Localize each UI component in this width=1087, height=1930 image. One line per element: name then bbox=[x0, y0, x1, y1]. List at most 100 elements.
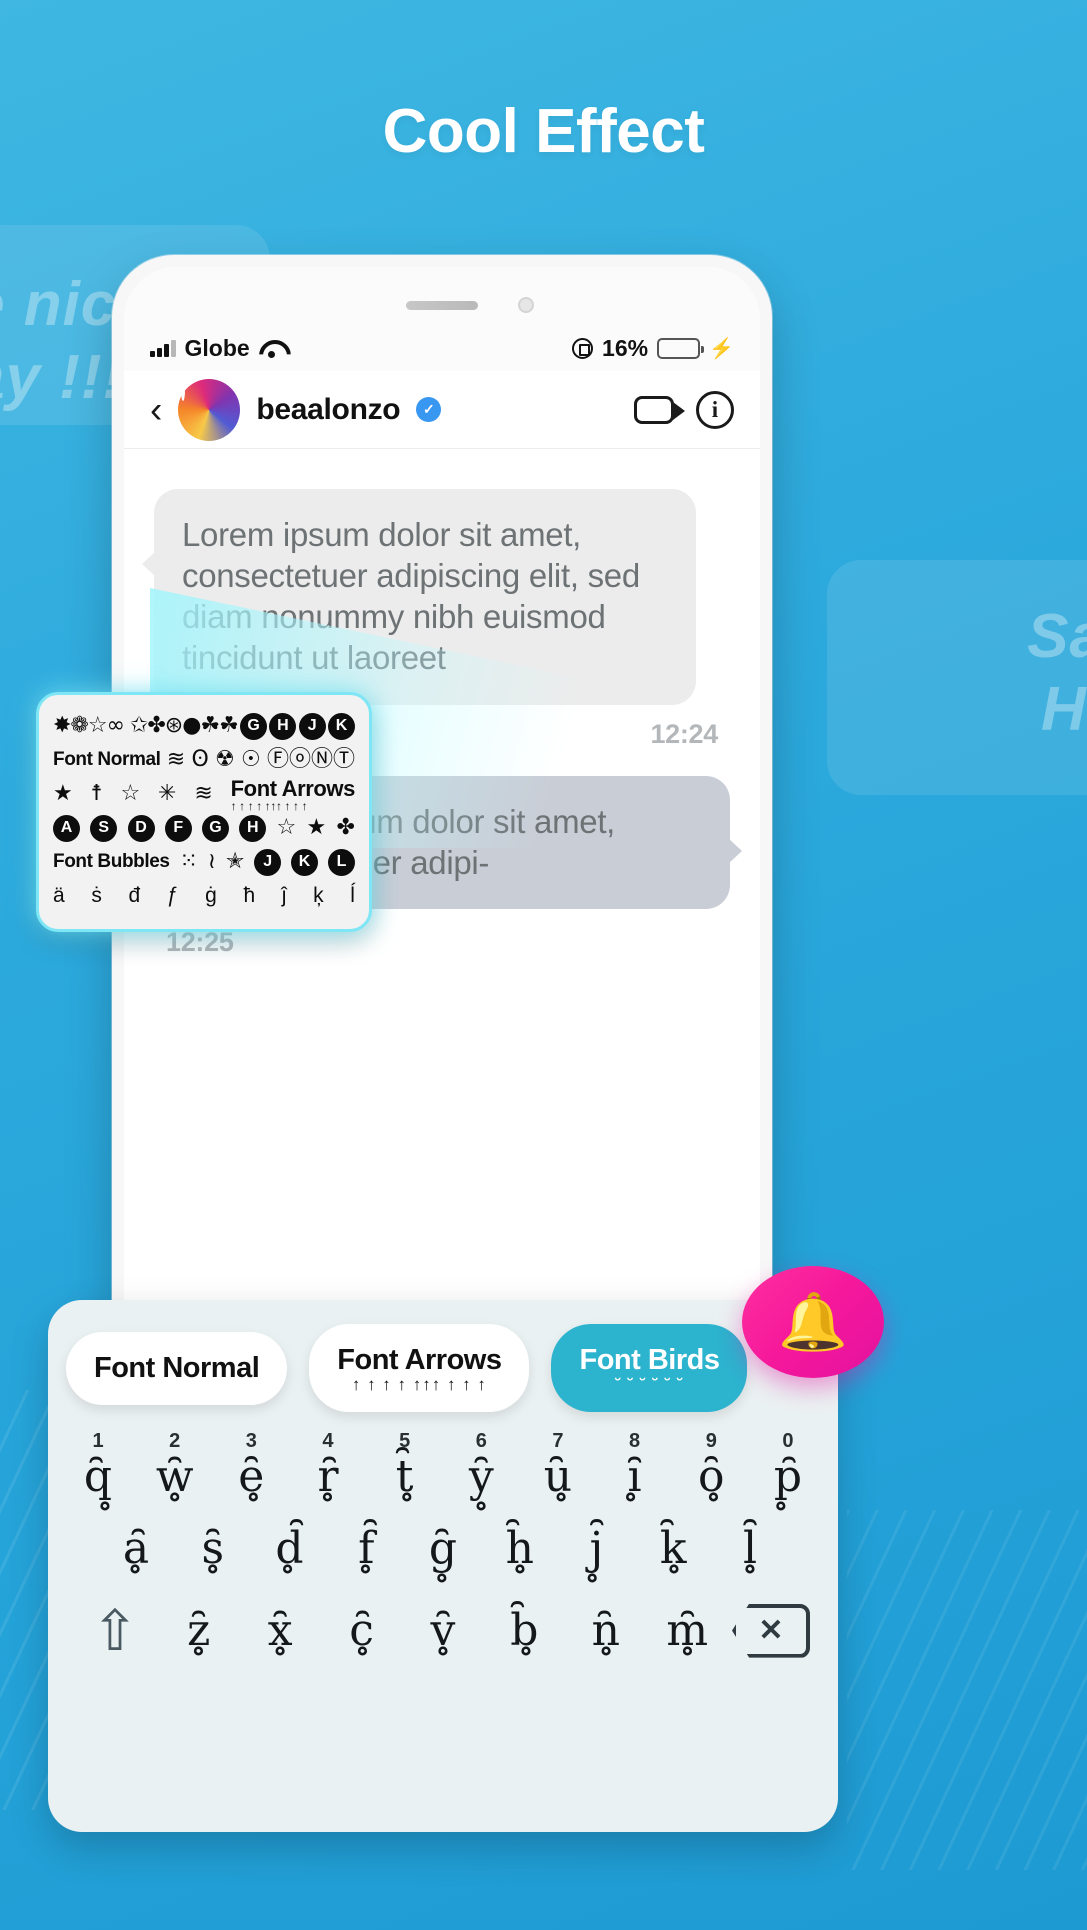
font-popup-circled-letter[interactable]: A bbox=[53, 814, 80, 842]
keyboard-key-glyph: m̥̑ bbox=[666, 1604, 709, 1656]
keyboard-key[interactable]: g̥̑ bbox=[411, 1526, 475, 1572]
keyboard-key[interactable]: s̥̑ bbox=[181, 1526, 245, 1572]
font-popup-row: Font Bubbles ⁙ ≀ ✭ J K L bbox=[53, 845, 355, 879]
font-popup-circled-letter[interactable]: D bbox=[127, 814, 155, 842]
font-popup-symbol[interactable]: ✤ bbox=[336, 817, 354, 839]
avatar[interactable] bbox=[178, 378, 241, 441]
font-popup-symbol[interactable]: ☉ bbox=[241, 749, 261, 771]
keyboard-key[interactable]: 6 y̥̑ bbox=[449, 1430, 513, 1500]
keyboard-key[interactable]: z̥̑ bbox=[167, 1604, 231, 1656]
font-tab-decoration: ↑ ↑ ↑ ↑ ↑↑↑ ↑ ↑ ↑ bbox=[351, 1375, 487, 1394]
keyboard-key[interactable]: 1 q̥̑ bbox=[66, 1430, 130, 1500]
font-popup-symbol[interactable]: ≋ bbox=[194, 783, 212, 805]
chat-username[interactable]: beaalonzo bbox=[256, 393, 400, 427]
font-popup-symbol[interactable]: ☢ bbox=[215, 749, 235, 771]
font-popup-decorated-letter[interactable]: ķ bbox=[313, 884, 324, 908]
font-popup-symbol[interactable]: ʘ bbox=[191, 749, 208, 771]
keyboard-key[interactable]: l̥̑ bbox=[718, 1526, 782, 1572]
keyboard-key[interactable]: 0 p̥̑ bbox=[756, 1430, 820, 1500]
keyboard-key[interactable]: 8 ȋ̥ bbox=[603, 1430, 667, 1500]
font-popup-symbol[interactable]: ≋ bbox=[167, 749, 185, 771]
font-popup-circled-letter[interactable]: H bbox=[269, 712, 297, 740]
font-popup-circled-letter[interactable]: K bbox=[327, 712, 355, 740]
font-popup-decorated-letter[interactable]: ħ bbox=[243, 884, 255, 908]
font-popup-symbol[interactable]: ⁙ bbox=[179, 851, 197, 873]
keyboard-key[interactable]: 7 ȗ̥ bbox=[526, 1430, 590, 1500]
font-tab-font-birds[interactable]: Font Birds ˘ ˘ ˘ ˘ ˘ ˘ bbox=[551, 1324, 748, 1413]
font-popup-decorated-letter[interactable]: ä bbox=[53, 884, 65, 908]
font-popup-symbol[interactable]: ✭ bbox=[226, 851, 244, 873]
keyboard-key-glyph: n̥̑ bbox=[591, 1604, 620, 1656]
keyboard-key-glyph: k̥̑ bbox=[659, 1523, 687, 1575]
keyboard-key-glyph: z̥̑ bbox=[187, 1604, 211, 1656]
font-tab-font-normal[interactable]: Font Normal bbox=[66, 1331, 288, 1405]
font-popup-circled-letter[interactable]: G bbox=[202, 814, 229, 842]
video-camera-icon[interactable] bbox=[634, 395, 685, 424]
font-tab-font-arrows[interactable]: Font Arrows ↑ ↑ ↑ ↑ ↑↑↑ ↑ ↑ ↑ bbox=[309, 1324, 530, 1413]
keyboard-key[interactable]: h̥̑ bbox=[488, 1526, 552, 1572]
keyboard-key[interactable]: 4 ȓ̥ bbox=[296, 1430, 360, 1500]
chat-header-actions: i bbox=[634, 390, 734, 429]
font-preview-popup[interactable]: ✸❁☆∞ ✩✤⊛●☘☘ G H J K Font Normal ≋ ʘ ☢ ☉ ⒻⓞⓃⓉ ★ ☨ ☆ ✳ ≋ F… bbox=[36, 692, 372, 932]
font-popup-circled-letter[interactable]: F bbox=[164, 814, 192, 842]
font-popup-decorated-letter[interactable]: đ bbox=[128, 884, 140, 908]
font-popup-symbol[interactable]: ☆ bbox=[120, 783, 140, 805]
keyboard-key[interactable]: m̥̑ bbox=[655, 1604, 719, 1656]
battery-percent-label: 16% bbox=[602, 334, 649, 361]
font-popup-circled-letter[interactable]: L bbox=[327, 848, 355, 876]
notification-bell-badge[interactable]: 🔔 bbox=[742, 1266, 884, 1378]
keyboard-key[interactable]: j̥̑ bbox=[565, 1526, 629, 1572]
keyboard-key[interactable]: 3 ȇ̥ bbox=[219, 1430, 283, 1500]
message-bubble-incoming[interactable]: Lorem ipsum dolor sit amet, consectetuer… bbox=[142, 489, 696, 705]
bell-icon: 🔔 bbox=[778, 1290, 848, 1353]
font-popup-symbol[interactable]: ☨ bbox=[91, 783, 103, 805]
keyboard-key[interactable]: v̥̑ bbox=[411, 1607, 475, 1654]
earpiece-speaker-icon bbox=[406, 301, 478, 310]
font-popup-symbol[interactable]: ≀ bbox=[208, 851, 216, 873]
keyboard-key[interactable]: b̥̑ bbox=[492, 1607, 556, 1654]
keyboard-key[interactable]: d̥̑ bbox=[258, 1526, 322, 1572]
font-popup-decorated-letter[interactable]: ĺ bbox=[350, 884, 355, 908]
keyboard-key[interactable]: 9 ȏ̥ bbox=[679, 1430, 743, 1500]
keyboard-key[interactable]: c̥̑ bbox=[330, 1607, 394, 1654]
back-button[interactable]: ‹ bbox=[150, 391, 162, 428]
font-popup-circled-letter[interactable]: J bbox=[298, 712, 326, 740]
font-popup-row: A S D F G H ☆ ★ ✤ bbox=[53, 811, 355, 845]
keyboard-key[interactable]: 2 w̥̑ bbox=[143, 1430, 207, 1500]
verified-badge-icon: ✓ bbox=[416, 397, 442, 422]
font-popup-symbol-group[interactable]: ✸❁☆∞ ✩✤⊛●☘☘ bbox=[53, 715, 239, 737]
font-popup-symbol[interactable]: ★ bbox=[53, 783, 73, 805]
info-icon[interactable]: i bbox=[696, 390, 734, 429]
font-popup-circled-letter[interactable]: G bbox=[240, 712, 268, 740]
keyboard-key-glyph: s̥̑ bbox=[201, 1523, 225, 1575]
font-popup-circled-letter[interactable]: J bbox=[254, 848, 282, 876]
ghost-text-right: Sa Hi bbox=[1027, 602, 1087, 745]
font-popup-decorated-letter[interactable]: ĵ bbox=[282, 884, 287, 908]
backspace-key[interactable]: ✕ bbox=[728, 1603, 814, 1658]
keyboard-key[interactable]: k̥̑ bbox=[641, 1526, 705, 1572]
keyboard-key[interactable]: 5 t̥̑ bbox=[373, 1430, 437, 1500]
font-popup-decorated-letter[interactable]: ġ bbox=[205, 884, 217, 908]
keyboard-key[interactable]: n̥̑ bbox=[574, 1604, 638, 1656]
keyboard-key[interactable]: ḁ̑ bbox=[104, 1526, 168, 1572]
keyboard-key[interactable]: f̥̑ bbox=[334, 1526, 398, 1572]
keyboard-row-2: ḁ̑ s̥̑ d̥̑ f̥̑ g̥̑ h̥̑ j̥̑ k̥̑ l̥̑ bbox=[62, 1526, 824, 1572]
keyboard-row-3-keys: z̥̑ x̥̑ c̥̑ v̥̑ b̥̑ n̥̑ m̥̑ bbox=[158, 1604, 728, 1656]
font-popup-symbol[interactable]: ☆ bbox=[277, 817, 297, 839]
font-popup-circled-letter[interactable]: K bbox=[291, 848, 319, 876]
font-popup-decorated-letter[interactable]: ƒ bbox=[167, 884, 179, 908]
font-popup-symbol[interactable]: ✳ bbox=[158, 783, 176, 805]
font-popup-row: ✸❁☆∞ ✩✤⊛●☘☘ G H J K bbox=[53, 709, 355, 743]
status-bar: Globe 16% ⚡ bbox=[124, 325, 760, 371]
font-popup-symbol[interactable]: ★ bbox=[306, 817, 326, 839]
shift-key[interactable]: ⇧ bbox=[72, 1602, 158, 1659]
font-popup-circled-letter[interactable]: H bbox=[239, 814, 267, 842]
font-popup-style-label[interactable]: Font Arrows ↑ ↑ ↑ ↑ ↑↑↑ ↑ ↑ ↑ bbox=[231, 776, 356, 812]
status-bar-right: 16% ⚡ bbox=[572, 335, 734, 362]
font-popup-circled-letter[interactable]: S bbox=[90, 814, 118, 842]
font-popup-symbol[interactable]: ⒻⓞⓃⓉ bbox=[267, 749, 355, 771]
font-popup-style-label[interactable]: Font Normal bbox=[53, 749, 161, 771]
font-popup-style-label[interactable]: Font Bubbles bbox=[53, 851, 170, 873]
font-popup-decorated-letter[interactable]: ṡ bbox=[91, 884, 102, 908]
keyboard-key[interactable]: x̥̑ bbox=[248, 1607, 312, 1654]
